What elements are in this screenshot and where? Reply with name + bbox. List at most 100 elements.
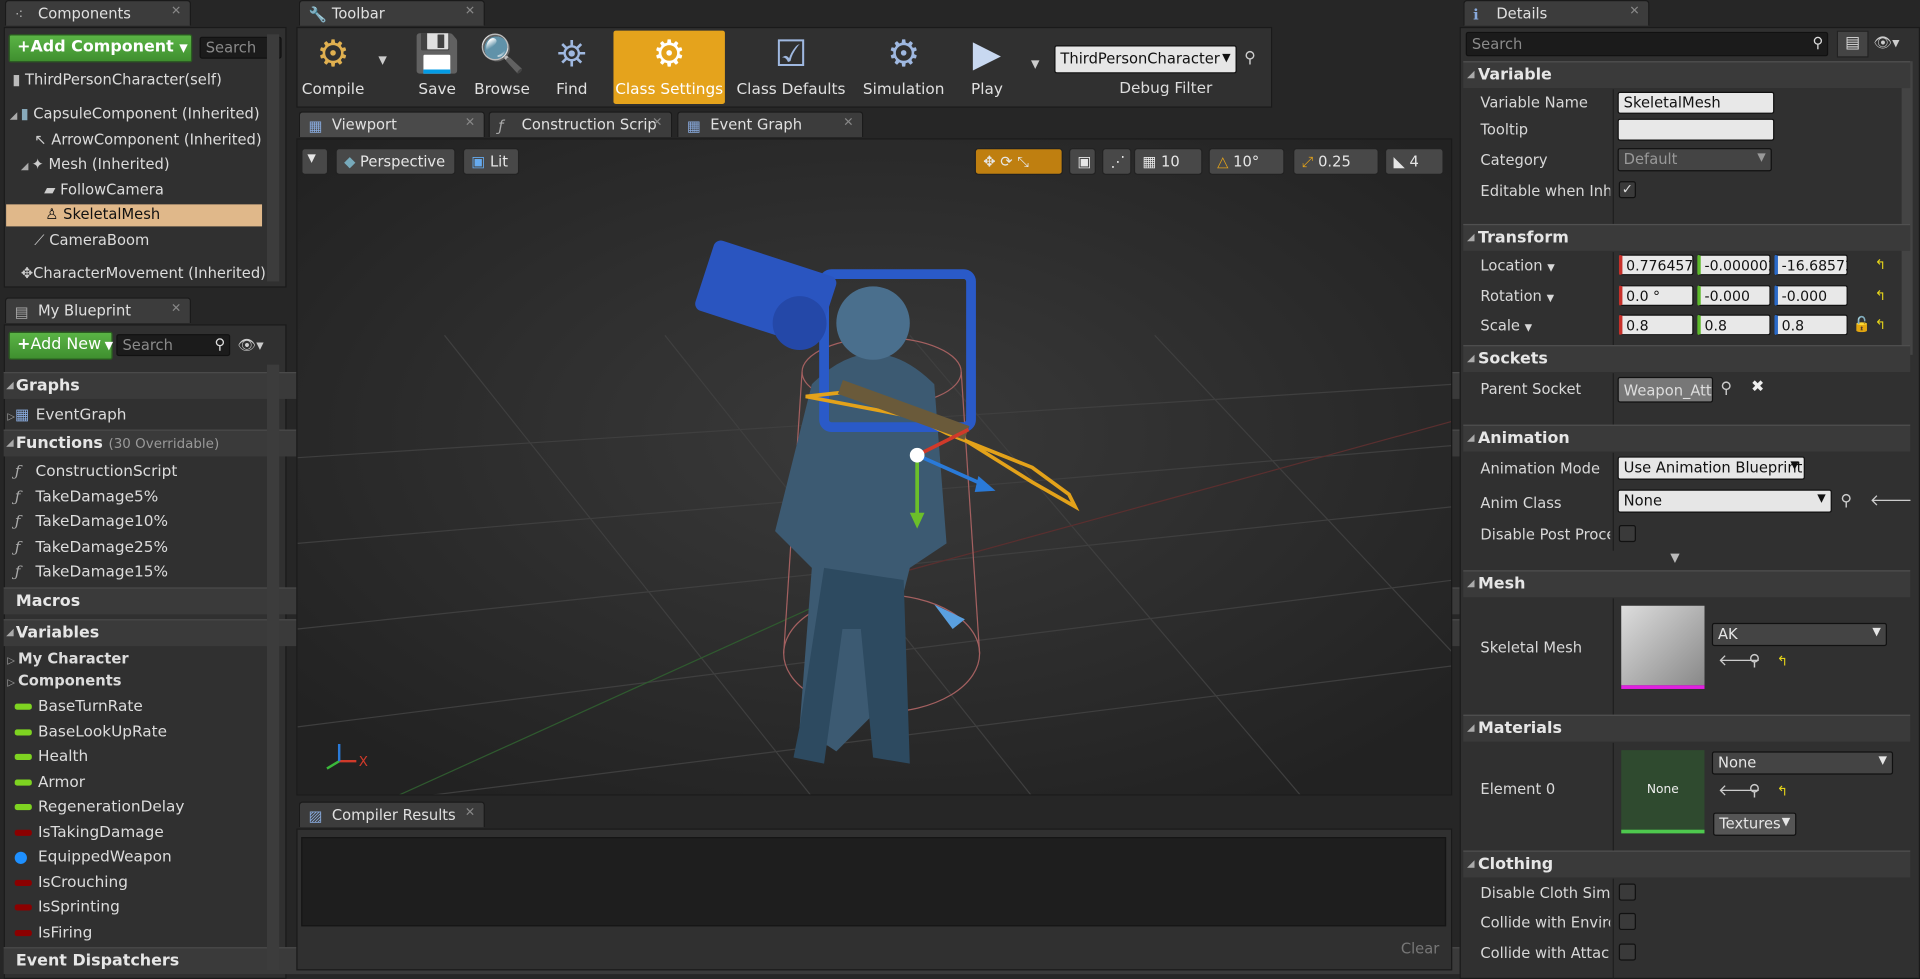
close-icon[interactable]: ✕ <box>465 806 475 819</box>
parent-socket-value[interactable]: Weapon_Atta <box>1617 376 1714 403</box>
reset-mesh-icon[interactable]: ↰ <box>1777 653 1788 669</box>
variable-category[interactable]: ▷ Components <box>7 672 121 689</box>
viewport-options-button[interactable]: ▼ <box>301 148 329 175</box>
advanced-expand-icon[interactable]: ▼ <box>1670 552 1679 565</box>
scale-y-input[interactable]: 0.8 <box>1697 314 1771 336</box>
rotation-label[interactable]: Rotation ▼ <box>1480 288 1554 305</box>
sockets-section[interactable]: ◢ Sockets <box>1463 345 1911 373</box>
tab-viewport[interactable]: ▦ Viewport ✕ <box>298 111 485 138</box>
tree-item-mesh[interactable]: ◢ ✦ Mesh (Inherited) <box>21 155 170 172</box>
tab-toolbar[interactable]: 🔧 Toolbar ✕ <box>298 0 485 26</box>
variable-category[interactable]: ▷ My Character <box>7 650 128 667</box>
lock-icon[interactable]: 🔓 <box>1853 316 1871 333</box>
textures-dropdown[interactable]: Textures ▼ <box>1713 812 1797 836</box>
reset-rotation-icon[interactable]: ↰ <box>1875 288 1886 304</box>
surface-snap-icon[interactable]: ⋰ <box>1102 148 1132 175</box>
blueprint-search-input[interactable]: Search ⚲ <box>116 334 231 357</box>
editable-when-inherited-checkbox[interactable]: ✓ <box>1618 181 1636 199</box>
anim-class-use-selected-icon[interactable]: 🡐 <box>1870 491 1913 510</box>
list-item-function[interactable]: ƒ TakeDamage5% <box>15 487 159 505</box>
tab-event-graph[interactable]: ▦ Event Graph ✕ <box>677 111 864 138</box>
play-button[interactable]: ▶ Play <box>962 31 1011 104</box>
tree-item-arrow[interactable]: ↖ ArrowComponent (Inherited) <box>34 131 261 148</box>
rotation-z-input[interactable]: -0.000 <box>1774 285 1848 306</box>
close-icon[interactable]: ✕ <box>843 116 853 129</box>
list-item-function[interactable]: ƒ ConstructionScript <box>15 461 178 479</box>
tree-item-capsule[interactable]: ◢ ▮ CapsuleComponent (Inherited) <box>10 105 260 122</box>
location-x-input[interactable]: 0.776457 <box>1618 254 1694 276</box>
material-dropdown[interactable]: None ▼ <box>1711 751 1894 775</box>
list-item-eventgraph[interactable]: ▷▦ EventGraph <box>7 405 126 423</box>
compile-options-chevron-icon[interactable]: ▼ <box>378 55 386 67</box>
animation-section[interactable]: ◢ Animation <box>1463 424 1911 452</box>
play-options-chevron-icon[interactable]: ▼ <box>1031 59 1039 71</box>
collide-attached-checkbox[interactable] <box>1618 943 1636 961</box>
class-defaults-button[interactable]: ☑ Class Defaults <box>735 31 848 104</box>
clear-button[interactable]: Clear <box>1401 940 1439 957</box>
tree-item-followcamera[interactable]: ▰ FollowCamera <box>44 181 164 198</box>
compile-button[interactable]: ⚙ Compile <box>301 31 365 104</box>
variable-item[interactable]: Health <box>14 746 88 765</box>
rotation-x-input[interactable]: 0.0 ° <box>1618 285 1694 306</box>
tab-my-blueprint[interactable]: ▤ My Blueprint ✕ <box>4 297 192 324</box>
reset-location-icon[interactable]: ↰ <box>1875 257 1886 273</box>
skeletal-mesh-dropdown[interactable]: AK ▼ <box>1711 622 1887 647</box>
debug-search-icon[interactable]: ⚲ <box>1244 49 1256 67</box>
variable-item[interactable]: IsCrouching <box>14 872 128 890</box>
location-z-input[interactable]: -16.68572 <box>1774 254 1848 276</box>
clothing-section[interactable]: ◢ Clothing <box>1463 850 1911 878</box>
reset-scale-icon[interactable]: ↰ <box>1875 317 1886 333</box>
variable-item[interactable]: IsFiring <box>14 922 92 940</box>
add-new-button[interactable]: +Add New ▼ <box>8 331 113 360</box>
clear-socket-icon[interactable]: ✖ <box>1751 378 1764 396</box>
close-icon[interactable]: ✕ <box>1629 5 1639 18</box>
anim-class-dropdown[interactable]: None ▼ <box>1617 489 1832 513</box>
list-item-function[interactable]: ƒ TakeDamage10% <box>15 512 168 530</box>
variable-item[interactable]: IsTakingDamage <box>14 822 164 840</box>
mesh-section[interactable]: ◢ Mesh <box>1463 570 1911 598</box>
reset-material-icon[interactable]: ↰ <box>1777 783 1788 799</box>
add-component-button[interactable]: +Add Component ▼ <box>8 34 193 63</box>
lit-button[interactable]: ▣ Lit <box>462 148 520 175</box>
scale-label[interactable]: Scale ▼ <box>1480 317 1532 334</box>
variable-item[interactable]: BaseTurnRate <box>14 696 143 715</box>
variable-name-input[interactable]: SkeletalMesh <box>1617 91 1775 114</box>
perspective-button[interactable]: ◆ Perspective <box>335 148 456 175</box>
anim-class-browse-icon[interactable]: ⚲ <box>1840 492 1852 510</box>
world-local-icon[interactable]: ▣ <box>1068 148 1096 175</box>
scale-icon[interactable]: ⤡ <box>1017 153 1029 170</box>
close-icon[interactable]: ✕ <box>171 302 181 315</box>
socket-search-icon[interactable]: ⚲ <box>1720 379 1732 397</box>
list-item-function[interactable]: ƒ TakeDamage15% <box>15 562 168 580</box>
camera-speed-button[interactable]: ◣ 4 <box>1384 148 1444 175</box>
close-icon[interactable]: ✕ <box>465 116 475 129</box>
disable-cloth-checkbox[interactable] <box>1618 883 1636 901</box>
tab-components[interactable]: ⁖ Components ✕ <box>4 0 192 26</box>
browse-asset-icon[interactable]: ⚲ <box>1749 652 1761 670</box>
details-scrollbar[interactable] <box>1901 61 1913 355</box>
details-search-input[interactable]: Search ⚲ <box>1465 31 1829 57</box>
browse-material-icon[interactable]: ⚲ <box>1749 782 1761 800</box>
blueprint-scrollbar[interactable] <box>266 364 280 971</box>
animation-mode-dropdown[interactable]: Use Animation Blueprint ▼ <box>1617 456 1805 480</box>
class-settings-button[interactable]: ⚙ Class Settings <box>613 30 725 105</box>
variable-item[interactable]: Armor <box>14 772 85 790</box>
skeletal-mesh-thumbnail[interactable] <box>1621 605 1705 689</box>
tab-compiler-results[interactable]: ▨ Compiler Results ✕ <box>298 801 485 828</box>
scale-z-input[interactable]: 0.8 <box>1774 314 1848 336</box>
save-button[interactable]: 💾 Save <box>413 31 462 104</box>
find-button[interactable]: ⛯ Find <box>544 31 600 104</box>
grid-snap-button[interactable]: ▦ 10 <box>1133 148 1203 175</box>
location-label[interactable]: Location ▼ <box>1480 257 1554 274</box>
tree-item-skeletalmesh[interactable]: ♙ SkeletalMesh <box>45 206 160 223</box>
rotation-y-input[interactable]: -0.000 <box>1697 285 1771 306</box>
category-dropdown[interactable]: Default ▼ <box>1617 148 1772 172</box>
list-item-function[interactable]: ƒ TakeDamage25% <box>15 537 168 555</box>
translate-icon[interactable]: ✥ <box>983 153 995 170</box>
viewport[interactable]: X <box>296 138 1453 796</box>
tree-item-charactermovement[interactable]: ✥CharacterMovement (Inherited) <box>21 264 266 281</box>
transform-mode-group[interactable]: ✥ ⟳ ⤡ <box>974 148 1063 175</box>
property-matrix-icon[interactable]: ▤ <box>1836 30 1869 58</box>
scale-snap-button[interactable]: ⤢ 0.25 <box>1293 148 1379 175</box>
close-icon[interactable]: ✕ <box>652 116 662 129</box>
